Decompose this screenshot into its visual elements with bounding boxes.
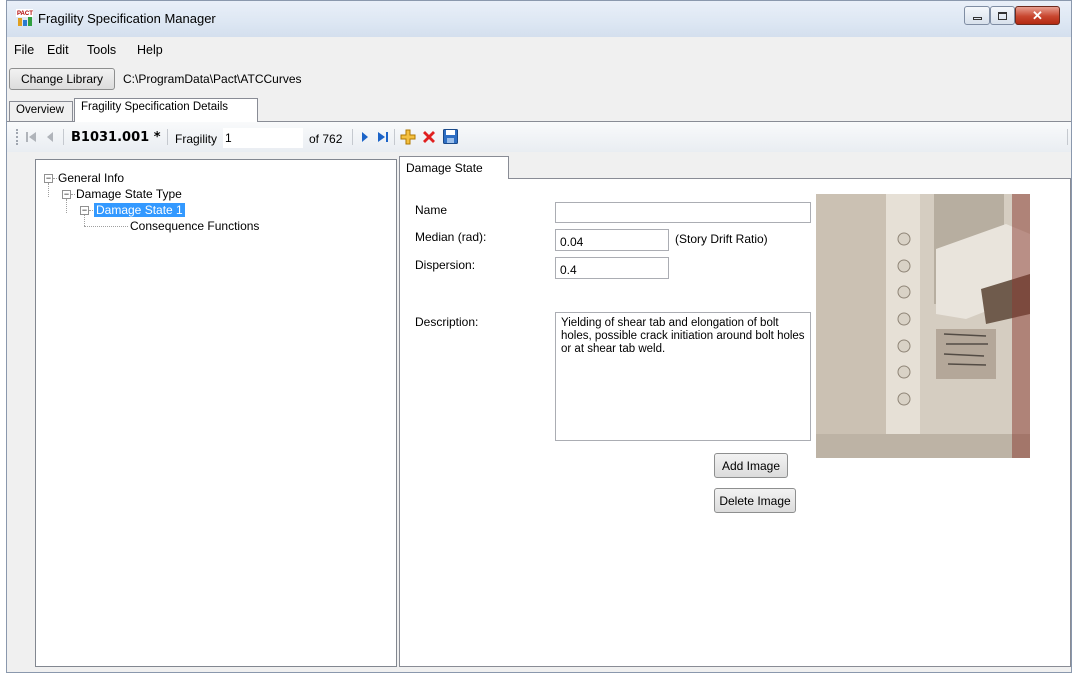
close-icon: ✕ bbox=[1032, 7, 1043, 23]
minimize-icon bbox=[972, 17, 982, 20]
library-path: C:\ProgramData\Pact\ATCCurves bbox=[123, 72, 302, 86]
tree-node-damage-state-1[interactable]: Damage State 1 bbox=[94, 203, 185, 217]
fragility-label: Fragility bbox=[175, 132, 218, 146]
menu-help[interactable]: Help bbox=[137, 43, 163, 57]
previous-record-icon[interactable] bbox=[45, 131, 55, 143]
dispersion-field[interactable]: 0.4 bbox=[555, 257, 669, 279]
tree-line bbox=[84, 215, 85, 226]
tree-line bbox=[89, 210, 93, 211]
save-icon[interactable] bbox=[443, 129, 458, 144]
tree-node-general-info[interactable]: General Info bbox=[58, 171, 124, 185]
title-bar: PACT Fragility Specification Manager ✕ bbox=[7, 1, 1071, 37]
next-record-icon[interactable] bbox=[360, 131, 370, 143]
window-title: Fragility Specification Manager bbox=[38, 11, 216, 26]
tree-line bbox=[84, 226, 128, 227]
maximize-icon bbox=[998, 11, 1007, 20]
fragility-index-input[interactable]: 1 bbox=[223, 128, 303, 148]
name-field[interactable] bbox=[555, 202, 811, 223]
tree-node-consequence-functions[interactable]: Consequence Functions bbox=[130, 219, 259, 233]
collapse-icon[interactable]: − bbox=[44, 174, 53, 183]
first-record-icon[interactable] bbox=[25, 131, 37, 143]
delete-image-button[interactable]: Delete Image bbox=[714, 488, 796, 513]
pact-icon: PACT bbox=[16, 9, 33, 26]
tab-overview[interactable]: Overview bbox=[9, 101, 73, 121]
damage-state-photo bbox=[816, 194, 1030, 458]
add-icon[interactable] bbox=[400, 129, 416, 145]
menu-file[interactable]: File bbox=[14, 43, 34, 57]
record-code: B1031.001 * bbox=[71, 130, 161, 145]
change-library-button[interactable]: Change Library bbox=[9, 68, 115, 90]
toolbar-separator bbox=[394, 129, 395, 145]
toolbar-separator bbox=[63, 129, 64, 145]
tab-fragility-details[interactable]: Fragility Specification Details bbox=[74, 98, 258, 122]
menu-bar bbox=[7, 37, 1071, 61]
tree-line bbox=[53, 178, 57, 179]
record-total: of 762 bbox=[309, 132, 343, 146]
description-label: Description: bbox=[415, 315, 479, 329]
name-label: Name bbox=[415, 203, 448, 217]
median-unit: (Story Drift Ratio) bbox=[675, 232, 768, 246]
tree-line bbox=[66, 199, 67, 213]
close-button[interactable]: ✕ bbox=[1015, 6, 1060, 25]
tree-panel: − General Info − Damage State Type − Dam… bbox=[35, 159, 397, 667]
delete-icon[interactable] bbox=[421, 129, 437, 145]
toolbar-separator bbox=[352, 129, 353, 145]
median-label: Median (rad): bbox=[415, 230, 487, 244]
menu-edit[interactable]: Edit bbox=[47, 43, 69, 57]
collapse-icon[interactable]: − bbox=[80, 206, 89, 215]
svg-text:PACT: PACT bbox=[17, 11, 33, 17]
app-window: PACT Fragility Specification Manager ✕ F… bbox=[6, 0, 1072, 673]
tab-damage-state[interactable]: Damage State bbox=[399, 156, 509, 179]
toolbar-end bbox=[1067, 129, 1068, 145]
tree-line bbox=[71, 194, 75, 195]
toolbar-separator bbox=[167, 129, 168, 145]
minimize-button[interactable] bbox=[964, 6, 990, 25]
toolbar-grip bbox=[16, 129, 20, 145]
menu-tools[interactable]: Tools bbox=[87, 43, 116, 57]
last-record-icon[interactable] bbox=[377, 131, 389, 143]
dispersion-label: Dispersion: bbox=[415, 258, 476, 272]
collapse-icon[interactable]: − bbox=[62, 190, 71, 199]
add-image-button[interactable]: Add Image bbox=[714, 453, 788, 478]
tree-node-damage-state-type[interactable]: Damage State Type bbox=[76, 187, 182, 201]
median-field[interactable]: 0.04 bbox=[555, 229, 669, 251]
maximize-button[interactable] bbox=[990, 6, 1015, 25]
description-field[interactable]: Yielding of shear tab and elongation of … bbox=[555, 312, 811, 441]
tree-line bbox=[48, 183, 49, 197]
